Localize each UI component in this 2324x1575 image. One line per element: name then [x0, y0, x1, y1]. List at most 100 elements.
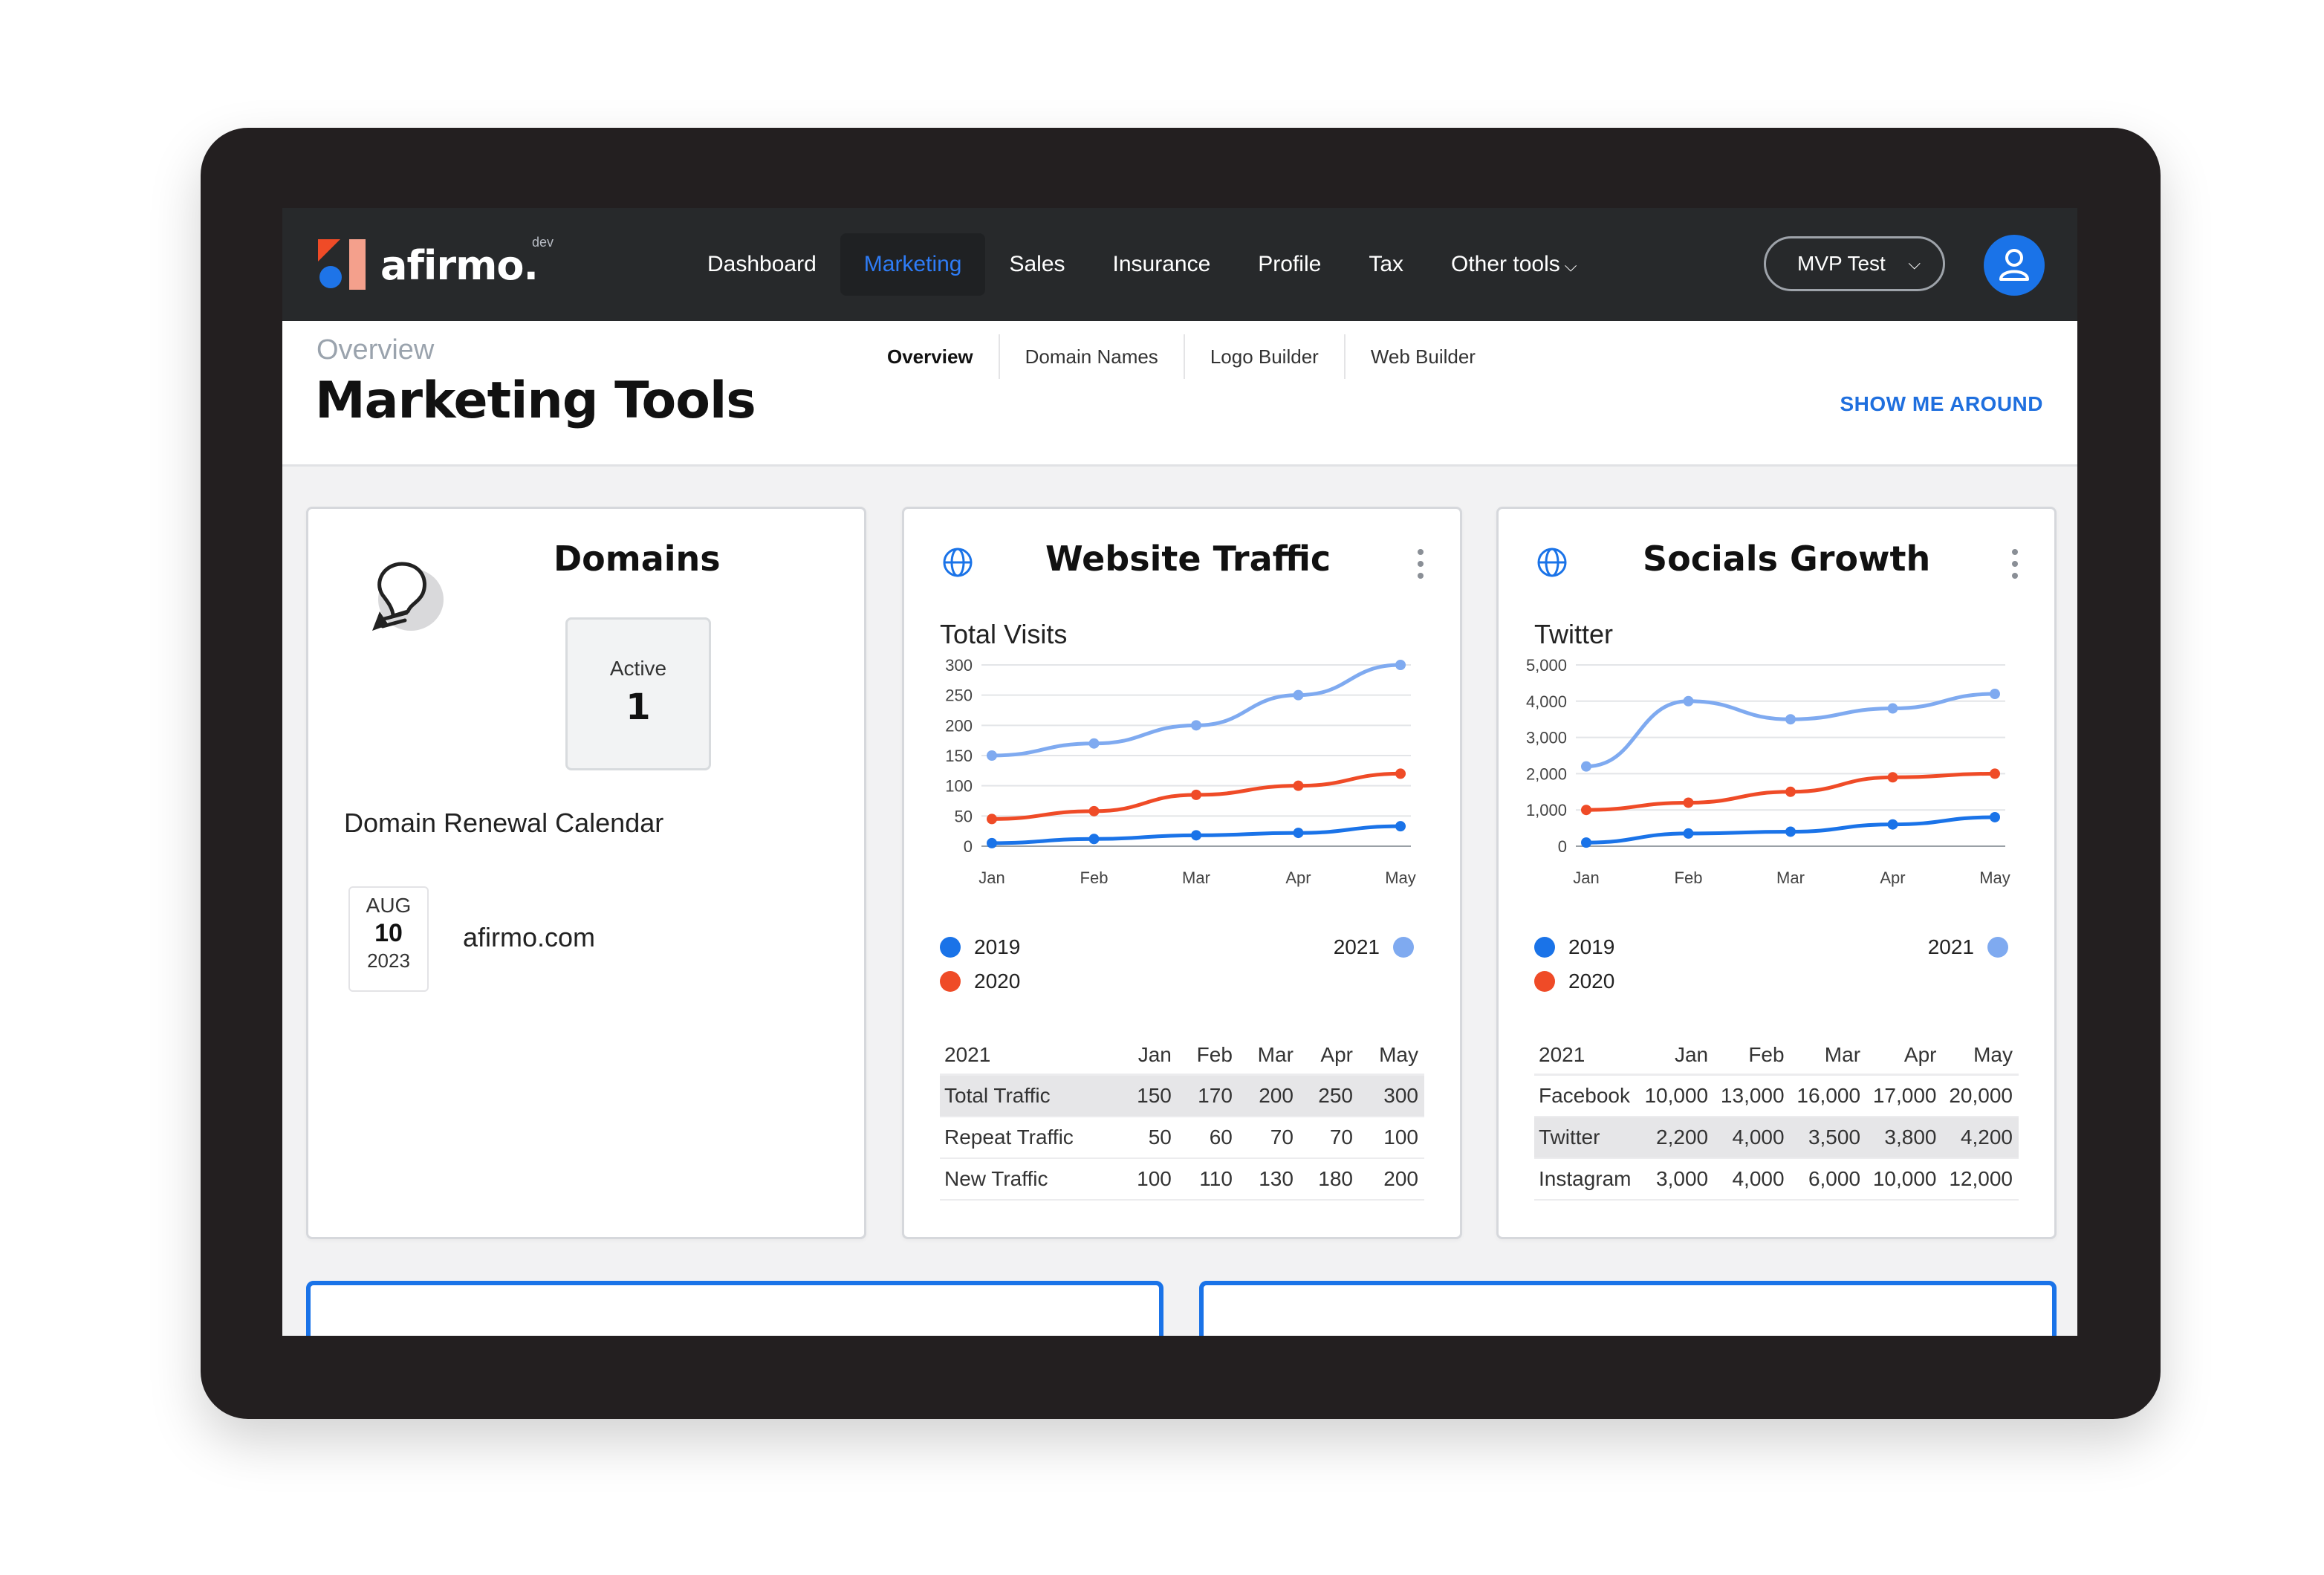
device-frame: afirmo. dev Dashboard Marketing Sales In…	[201, 128, 2161, 1419]
main-nav: Dashboard Marketing Sales Insurance Prof…	[684, 233, 1600, 296]
table-cell: 100	[1117, 1158, 1178, 1201]
data-point-2021	[1395, 660, 1406, 670]
socials-growth-card: Socials Growth Twitter 0 1,000 2,000 3,000 4…	[1496, 507, 2057, 1239]
table-cell: 200	[1238, 1074, 1299, 1117]
data-point-2020	[1785, 786, 1796, 797]
data-point-2020	[1581, 805, 1591, 816]
y-tick-label: 250	[945, 686, 973, 705]
y-tick-label: 4,000	[1526, 692, 1567, 711]
nav-marketing[interactable]: Marketing	[840, 233, 986, 296]
x-tick-label: Mar	[1776, 868, 1805, 887]
tab-logo-builder[interactable]: Logo Builder	[1183, 334, 1344, 379]
traffic-chart-subtitle: Total Visits	[940, 619, 1068, 649]
table-cell: 10,000	[1637, 1074, 1715, 1117]
table-row[interactable]: New Traffic 100 110 130 180 200	[940, 1158, 1424, 1201]
legend-item-2021: 2021	[1334, 935, 1414, 959]
table-header: Mar	[1238, 1036, 1299, 1076]
workspace-dropdown[interactable]: MVP Test ⌵	[1764, 236, 1945, 291]
table-cell: 16,000	[1790, 1074, 1867, 1117]
nav-sales[interactable]: Sales	[985, 233, 1088, 296]
table-header: Jan	[1637, 1036, 1715, 1076]
table-cell: 13,000	[1714, 1074, 1791, 1117]
table-row[interactable]: Total Traffic 150 170 200 250 300	[940, 1074, 1424, 1117]
lightbulb-icon	[372, 562, 444, 631]
logo-mark-dot	[319, 266, 342, 288]
traffic-title: Website Traffic	[1045, 539, 1331, 579]
breadcrumb[interactable]: Overview	[317, 334, 434, 366]
table-cell: 200	[1358, 1158, 1424, 1201]
x-tick-label: Mar	[1182, 868, 1210, 887]
data-point-2019	[1395, 821, 1406, 832]
more-options-icon[interactable]	[1417, 548, 1424, 580]
nav-dashboard[interactable]: Dashboard	[684, 233, 840, 296]
table-cell: 250	[1299, 1074, 1359, 1117]
series-line-2021	[1585, 692, 1996, 769]
table-cell: 2,200	[1637, 1117, 1715, 1159]
renewal-month: AUG	[366, 894, 412, 917]
table-cell: Twitter	[1534, 1117, 1638, 1159]
table-cell: 4,200	[1942, 1117, 2019, 1159]
table-row[interactable]: Repeat Traffic 50 60 70 70 100	[940, 1117, 1424, 1159]
nav-tax[interactable]: Tax	[1345, 233, 1427, 296]
total-visits-chart: 0 50 100 150 200 250 300 Jan Feb Mar Apr May	[945, 656, 1416, 887]
show-me-around-link[interactable]: SHOW ME AROUND	[1840, 392, 2043, 416]
afirmo-logo[interactable]: afirmo. dev	[318, 235, 571, 299]
y-tick-label: 50	[955, 807, 973, 825]
table-header: 2021	[940, 1036, 1118, 1076]
traffic-table: 2021 Jan Feb Mar Apr May Total Traffic 1…	[940, 1036, 1424, 1201]
logo-mark-bar	[349, 239, 366, 290]
data-point-2019	[1191, 830, 1201, 841]
table-row[interactable]: Facebook 10,000 13,000 16,000 17,000 20,…	[1534, 1074, 2019, 1117]
table-cell: 4,000	[1714, 1158, 1791, 1201]
nav-profile[interactable]: Profile	[1234, 233, 1345, 296]
domains-card: Domains Active 1 Domain Renewal Calendar…	[306, 507, 866, 1239]
legend-dot	[1393, 937, 1414, 958]
table-cell: 110	[1177, 1158, 1239, 1201]
nav-other-tools[interactable]: Other tools ⌵	[1427, 233, 1600, 296]
data-point-2019	[1683, 828, 1694, 839]
table-cell: 70	[1238, 1117, 1299, 1159]
table-row[interactable]: Instagram 3,000 4,000 6,000 10,000 12,00…	[1534, 1158, 2019, 1201]
table-row[interactable]: Twitter 2,200 4,000 3,500 3,800 4,200	[1534, 1117, 2019, 1159]
legend-label: 2021	[1333, 935, 1380, 958]
page-title: Marketing Tools	[315, 371, 756, 430]
data-point-2021	[1581, 761, 1591, 772]
table-cell: 70	[1299, 1117, 1359, 1159]
table-header: Feb	[1714, 1036, 1791, 1076]
data-point-2019	[1088, 834, 1100, 845]
tab-domain-names[interactable]: Domain Names	[998, 334, 1184, 379]
build-card[interactable]	[1199, 1281, 2057, 1336]
data-point-2019	[1293, 828, 1304, 839]
x-tick-label: Feb	[1080, 868, 1109, 887]
table-cell: 4,000	[1714, 1117, 1791, 1159]
user-avatar-button[interactable]	[1984, 235, 2045, 296]
more-options-icon[interactable]	[2011, 548, 2019, 580]
data-point-2019	[1990, 811, 2000, 822]
socials-chart-subtitle: Twitter	[1534, 619, 1614, 649]
renewal-domain[interactable]: afirmo.com	[463, 922, 595, 953]
y-tick-label: 300	[945, 656, 973, 675]
data-point-2020	[1395, 768, 1406, 779]
globe-icon	[943, 548, 973, 577]
active-label: Active	[609, 657, 667, 680]
y-tick-label: 200	[945, 716, 973, 735]
table-cell: 10,000	[1866, 1158, 1943, 1201]
legend-label: 2020	[974, 970, 1021, 993]
x-tick-label: Feb	[1675, 868, 1703, 887]
y-tick-label: 5,000	[1526, 656, 1567, 675]
table-cell: 3,500	[1790, 1117, 1867, 1159]
y-tick-label: 1,000	[1526, 801, 1567, 819]
table-header-row: 2021 Jan Feb Mar Apr May	[1534, 1036, 2019, 1076]
sub-tabs: Overview Domain Names Logo Builder Web B…	[862, 334, 1501, 379]
tab-overview[interactable]: Overview	[862, 334, 999, 379]
logo-mark-triangle	[318, 239, 340, 262]
data-point-2020	[1293, 780, 1304, 791]
y-tick-label: 0	[1558, 837, 1567, 856]
nav-insurance[interactable]: Insurance	[1089, 233, 1235, 296]
legend-item-2020: 2020	[1534, 970, 1614, 993]
tab-web-builder[interactable]: Web Builder	[1343, 334, 1501, 379]
register-domain-card[interactable]	[306, 1281, 1163, 1336]
table-header: Feb	[1177, 1036, 1239, 1076]
table-cell: 150	[1117, 1074, 1178, 1117]
table-header: Apr	[1866, 1036, 1943, 1076]
